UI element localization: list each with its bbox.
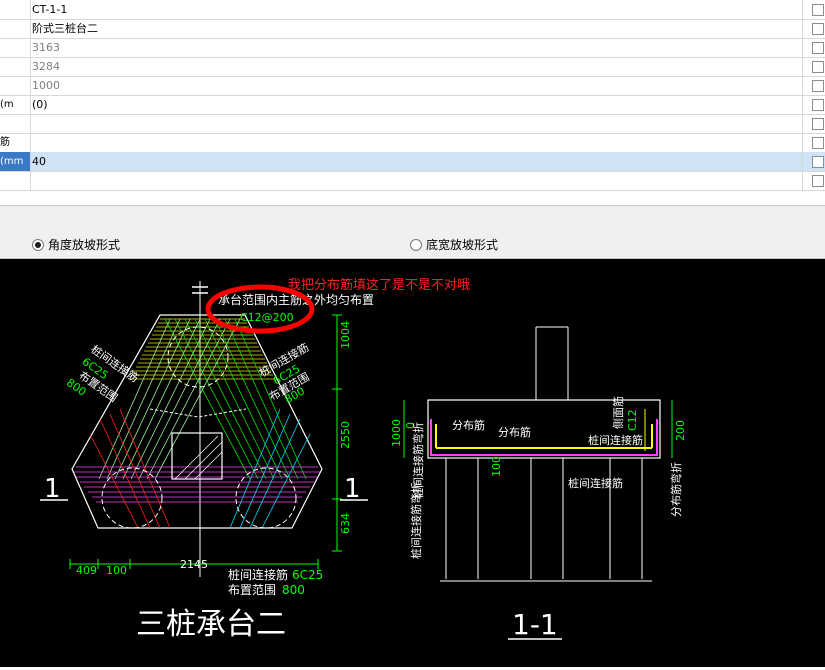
- angle-slope-radio[interactable]: 角度放坡形式: [32, 236, 120, 253]
- row-checkbox[interactable]: [812, 175, 824, 187]
- column-divider: [802, 114, 803, 133]
- property-name: [0, 76, 31, 95]
- property-name: [0, 38, 31, 57]
- plan-title: 三桩承台二: [136, 607, 286, 642]
- property-name: [0, 0, 31, 19]
- dim-409-text: 409: [76, 564, 97, 577]
- property-row[interactable]: 1000: [0, 76, 825, 96]
- property-name: mm): [0, 152, 31, 171]
- column-divider: [802, 152, 803, 171]
- row-checkbox[interactable]: [812, 23, 824, 35]
- column-divider: [802, 95, 803, 114]
- property-row[interactable]: [0, 171, 825, 191]
- cad-drawing-svg: 1004 2550 634 409 100 2145 1 1 承台范围内主筋之外…: [40, 277, 687, 642]
- property-name: [0, 114, 31, 133]
- property-row[interactable]: 3163: [0, 38, 825, 58]
- column-divider: [802, 0, 803, 19]
- sec-dim-100: 100: [490, 456, 503, 477]
- annotation-text: 我把分布筋填这了是不是不对哦: [288, 277, 470, 293]
- row-checkbox[interactable]: [812, 80, 824, 92]
- sec-link-label: 桩间连接筋: [588, 433, 643, 447]
- sec-dist-label2: 分布筋: [498, 425, 531, 439]
- column-divider: [802, 57, 803, 76]
- property-name: m): [0, 95, 31, 114]
- section-title: 1-1: [512, 608, 558, 641]
- bottom-slope-radio-dot[interactable]: [410, 238, 422, 251]
- row-checkbox[interactable]: [812, 118, 824, 130]
- sec-side-label: 侧面筋: [611, 396, 625, 429]
- property-row[interactable]: 阶式三桩台二: [0, 19, 825, 39]
- bottom-slope-radio[interactable]: 底宽放坡形式: [410, 236, 498, 253]
- pile-top: [167, 326, 229, 388]
- property-row[interactable]: 筋: [0, 133, 825, 153]
- row-checkbox[interactable]: [812, 99, 824, 111]
- column-divider: [802, 171, 803, 190]
- property-name: [0, 171, 31, 190]
- property-value[interactable]: 3163: [32, 38, 60, 57]
- property-value[interactable]: CT-1-1: [32, 0, 67, 19]
- cad-drawing-canvas: 1004 2550 634 409 100 2145 1 1 承台范围内主筋之外…: [0, 259, 825, 667]
- bottom-rebar-label: 桩间连接筋: [228, 567, 288, 582]
- column-divider: [802, 38, 803, 57]
- sec-dist-bend-label: 分布筋弯折: [669, 462, 683, 517]
- sec-dist-label1: 分布筋: [452, 418, 485, 432]
- sec-dim-200: 200: [674, 420, 687, 441]
- property-row[interactable]: m) (0): [0, 95, 825, 115]
- property-name: [0, 19, 31, 38]
- property-value[interactable]: 阶式三桩台二: [32, 19, 98, 38]
- property-row[interactable]: [0, 114, 825, 134]
- sec-left-bend-label: 桩间连接筋弯折: [411, 422, 425, 499]
- property-value[interactable]: 40: [32, 152, 46, 171]
- property-value[interactable]: (0): [32, 95, 48, 114]
- property-row[interactable]: 3284: [0, 57, 825, 77]
- dim-mid-text: 2550: [339, 421, 352, 449]
- sec-link-label2: 桩间连接筋: [568, 476, 623, 490]
- property-name: 筋: [0, 133, 31, 152]
- angle-slope-radio-dot[interactable]: [32, 238, 44, 251]
- top-rebar-spec: C12@200: [240, 311, 294, 324]
- column-hatch: [174, 435, 223, 480]
- column-divider: [802, 76, 803, 95]
- property-name: [0, 57, 31, 76]
- bottom-slope-label: 底宽放坡形式: [426, 238, 499, 252]
- sec-dim-1000: 1000: [390, 419, 403, 447]
- sec-side-spec: C12: [626, 409, 639, 431]
- angle-slope-label: 角度放坡形式: [48, 238, 121, 252]
- section-view: 1000 0 100 200 分布筋 分布筋 桩间连接筋 桩间连接筋 侧面筋 C…: [390, 326, 687, 641]
- plan-view: 1004 2550 634 409 100 2145 1 1 承台范围内主筋之外…: [40, 281, 374, 642]
- dim-2145-text: 2145: [180, 558, 208, 571]
- row-checkbox[interactable]: [812, 61, 824, 73]
- column-divider: [802, 133, 803, 152]
- grid-footer: [0, 205, 825, 224]
- bottom-range-label: 布置范围: [228, 583, 276, 597]
- dim-bot-text: 634: [339, 513, 352, 534]
- top-rebar-hatch: [130, 318, 275, 380]
- row-checkbox[interactable]: [812, 42, 824, 54]
- row-checkbox[interactable]: [812, 4, 824, 16]
- bottom-rebar-spec: 6C25: [292, 568, 323, 582]
- column-divider: [802, 19, 803, 38]
- row-checkbox[interactable]: [812, 156, 824, 168]
- bottom-range-val: 800: [282, 583, 305, 597]
- slope-options-bar: 角度放坡形式 底宽放坡形式: [0, 224, 825, 259]
- property-grid: CT-1-1 阶式三桩台二 3163 3284 1000 m) (0) 筋 mm) 40: [0, 0, 825, 205]
- property-value[interactable]: 3284: [32, 57, 60, 76]
- dim-100-text: 100: [106, 564, 127, 577]
- property-row[interactable]: mm) 40: [0, 152, 825, 172]
- property-value[interactable]: 1000: [32, 76, 60, 95]
- property-row[interactable]: CT-1-1: [0, 0, 825, 20]
- row-checkbox[interactable]: [812, 137, 824, 149]
- dim-top-text: 1004: [339, 321, 352, 349]
- bottom-horizontal-rebar: [74, 466, 320, 503]
